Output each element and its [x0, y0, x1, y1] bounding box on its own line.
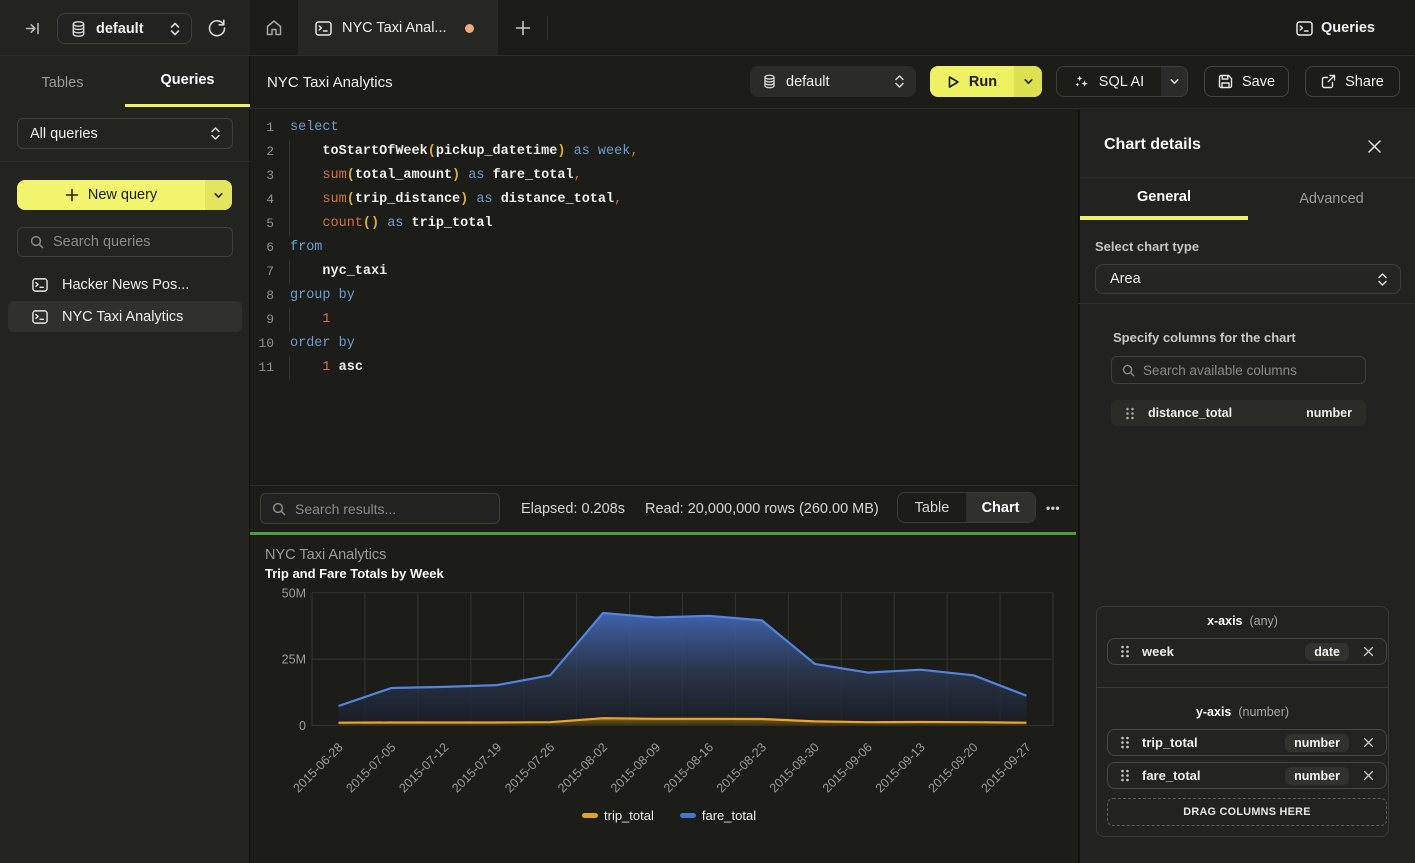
svg-text:2015-08-30: 2015-08-30	[767, 740, 822, 795]
svg-text:2015-08-23: 2015-08-23	[714, 740, 769, 795]
svg-text:2015-07-12: 2015-07-12	[396, 740, 451, 795]
svg-text:2015-09-27: 2015-09-27	[979, 740, 1034, 795]
svg-text:50M: 50M	[282, 586, 306, 600]
svg-text:2015-09-20: 2015-09-20	[926, 740, 981, 795]
svg-text:2015-07-19: 2015-07-19	[449, 740, 504, 795]
svg-text:2015-06-28: 2015-06-28	[291, 740, 346, 795]
svg-text:2015-07-26: 2015-07-26	[502, 740, 557, 795]
svg-text:2015-07-05: 2015-07-05	[343, 740, 398, 795]
svg-text:2015-08-09: 2015-08-09	[608, 740, 663, 795]
svg-text:2015-08-16: 2015-08-16	[661, 740, 716, 795]
svg-text:2015-08-02: 2015-08-02	[555, 740, 610, 795]
svg-text:0: 0	[299, 719, 306, 733]
svg-text:2015-09-06: 2015-09-06	[820, 740, 875, 795]
svg-text:2015-09-13: 2015-09-13	[873, 740, 928, 795]
svg-text:25M: 25M	[282, 653, 306, 667]
